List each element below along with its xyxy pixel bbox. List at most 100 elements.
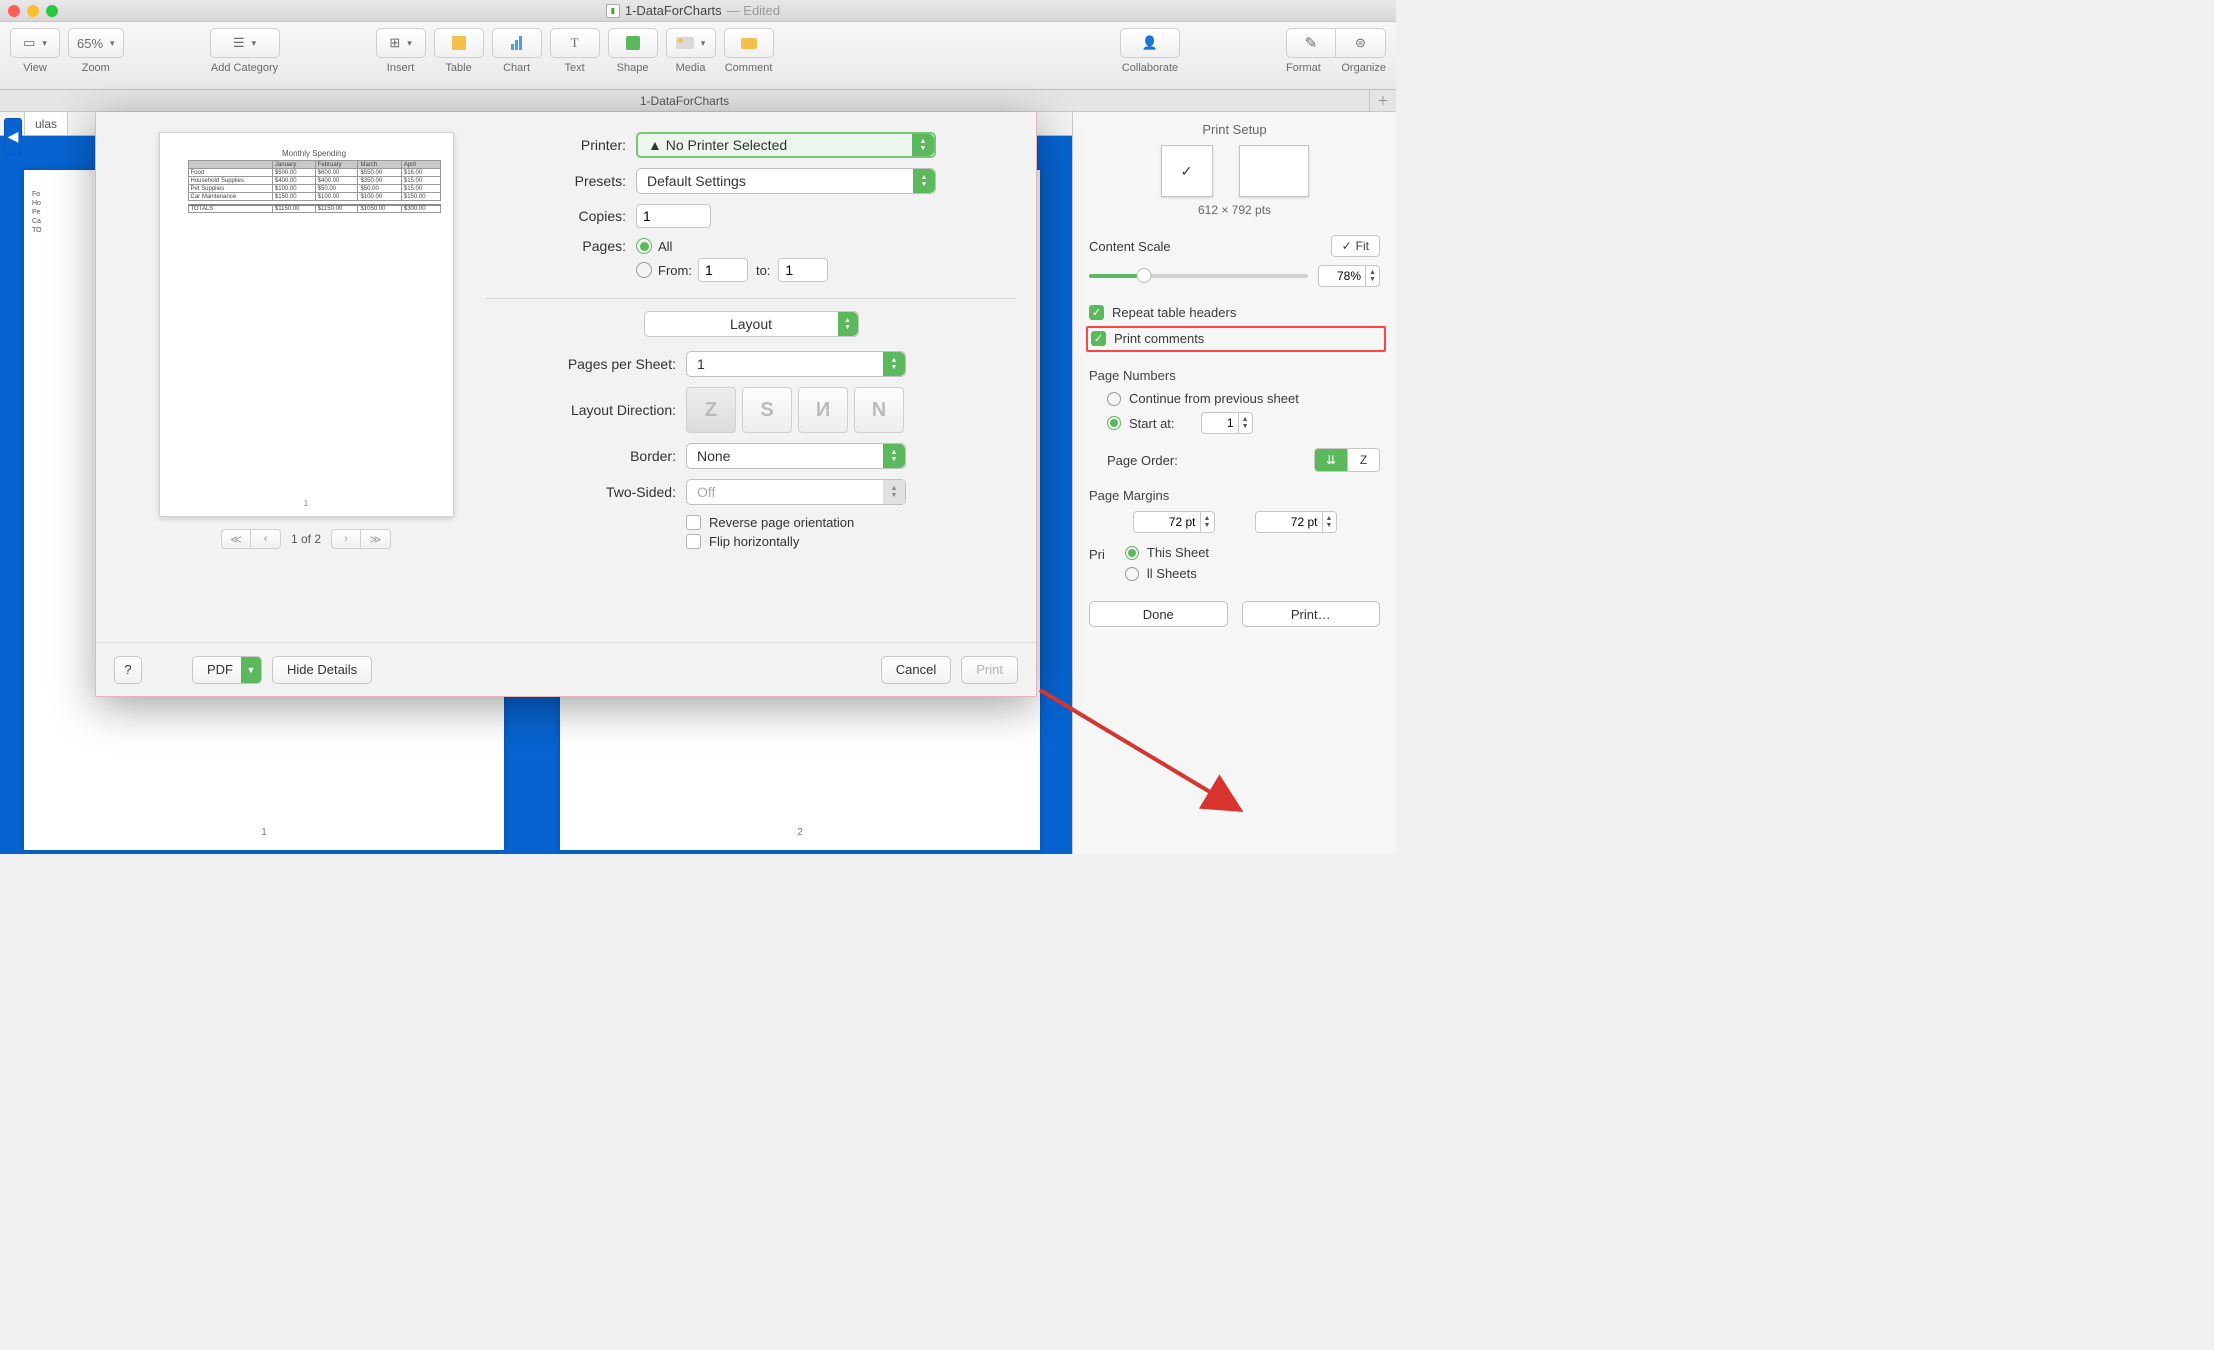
media-button[interactable]: ▾: [666, 28, 716, 58]
presets-select[interactable]: Default Settings▲▼: [636, 168, 936, 194]
view-button[interactable]: ▭▾: [10, 28, 60, 58]
page-number: 1: [24, 827, 504, 838]
document-title: 1-DataForCharts: [625, 3, 722, 18]
text-button[interactable]: T: [550, 28, 600, 58]
two-sided-label: Two-Sided:: [486, 484, 686, 500]
cancel-button[interactable]: Cancel: [881, 656, 951, 684]
zoom-label: Zoom: [82, 62, 110, 74]
inspector-title: Print Setup: [1089, 112, 1380, 145]
pages-to-input[interactable]: [778, 258, 828, 282]
print-setup-inspector: Print Setup 612 × 792 pts Content Scale …: [1072, 112, 1396, 854]
document-edited-status: — Edited: [727, 3, 780, 18]
organize-button[interactable]: ⊜: [1336, 28, 1386, 58]
comment-button[interactable]: [724, 28, 774, 58]
orientation-landscape[interactable]: [1239, 145, 1309, 197]
media-label: Media: [676, 62, 706, 74]
table-label: Table: [445, 62, 471, 74]
layout-dir-4[interactable]: N: [854, 387, 904, 433]
zoom-button[interactable]: 65%▾: [68, 28, 124, 58]
collaborate-button[interactable]: 👤: [1120, 28, 1180, 58]
content-scale-label: Content Scale: [1089, 239, 1171, 254]
table-button[interactable]: [434, 28, 484, 58]
continue-numbering-radio[interactable]: Continue from previous sheet: [1089, 391, 1380, 406]
inspector-print-button[interactable]: Print…: [1242, 601, 1381, 627]
content-scale-input[interactable]: [1318, 265, 1366, 287]
pdf-button[interactable]: PDF▼: [192, 656, 262, 684]
main-toolbar: ▭▾ View 65%▾ Zoom ☰▾ Add Category ⊞▾ Ins…: [0, 22, 1396, 90]
shape-button[interactable]: [608, 28, 658, 58]
prev-page-nav[interactable]: ◀: [4, 118, 22, 154]
done-button[interactable]: Done: [1089, 601, 1228, 627]
printer-select[interactable]: ▲ No Printer Selected▲▼: [636, 132, 936, 158]
preview-prev-button[interactable]: ‹: [251, 529, 281, 549]
print-dialog: Monthly Spending JanuaryFebruaryMarchApr…: [95, 112, 1037, 697]
text-label: Text: [564, 62, 584, 74]
page-order-across[interactable]: Z: [1347, 449, 1379, 471]
fit-button[interactable]: ✓Fit: [1331, 235, 1380, 257]
chart-label: Chart: [503, 62, 530, 74]
reverse-orientation-checkbox[interactable]: [686, 515, 701, 530]
margin-stepper-a[interactable]: ▲▼: [1133, 511, 1215, 533]
window-tabs: 1-DataForCharts ＋: [0, 90, 1396, 112]
layout-section-select[interactable]: Layout▲▼: [644, 311, 859, 337]
preview-last-button[interactable]: ≫: [361, 529, 391, 549]
layout-direction-label: Layout Direction:: [486, 402, 686, 418]
page-dimensions: 612 × 792 pts: [1089, 203, 1380, 217]
pages-per-sheet-select[interactable]: 1▲▼: [686, 351, 906, 377]
close-window-button[interactable]: [8, 5, 20, 17]
flip-horizontally-checkbox[interactable]: [686, 534, 701, 549]
window-titlebar: ▮ 1-DataForCharts — Edited: [0, 0, 1396, 22]
sheet-tab[interactable]: ulas: [24, 112, 68, 135]
add-tab-button[interactable]: ＋: [1370, 90, 1396, 111]
view-label: View: [23, 62, 47, 74]
zoom-window-button[interactable]: [46, 5, 58, 17]
page-order-segmented[interactable]: ⇊ Z: [1314, 448, 1380, 472]
add-category-label: Add Category: [211, 62, 278, 74]
preview-page-readout: 1 of 2: [291, 532, 321, 546]
print-preview-thumbnail: Monthly Spending JanuaryFebruaryMarchApr…: [159, 132, 454, 517]
window-tab[interactable]: 1-DataForCharts: [0, 90, 1370, 111]
repeat-headers-checkbox[interactable]: ✓Repeat table headers: [1089, 305, 1380, 320]
pages-all-radio[interactable]: [636, 238, 652, 254]
preview-first-button[interactable]: ≪: [221, 529, 251, 549]
all-sheets-radio[interactable]: ll Sheets: [1125, 566, 1209, 581]
insert-label: Insert: [387, 62, 415, 74]
minimize-window-button[interactable]: [27, 5, 39, 17]
document-proxy-icon: ▮: [606, 4, 620, 18]
print-comments-checkbox[interactable]: ✓Print comments: [1091, 331, 1378, 346]
presets-label: Presets:: [486, 173, 636, 189]
content-scale-stepper[interactable]: ▲▼: [1318, 265, 1380, 287]
hide-details-button[interactable]: Hide Details: [272, 656, 372, 684]
print-comments-label: Print comments: [1114, 331, 1204, 346]
pps-label: Pages per Sheet:: [486, 356, 686, 372]
start-at-radio[interactable]: Start at: ▲▼: [1089, 412, 1380, 434]
this-sheet-radio[interactable]: This Sheet: [1125, 545, 1209, 560]
format-button[interactable]: ✎: [1286, 28, 1336, 58]
printer-label: Printer:: [486, 137, 636, 153]
insert-button[interactable]: ⊞▾: [376, 28, 426, 58]
pages-range-radio[interactable]: [636, 262, 652, 278]
print-button[interactable]: Print: [961, 656, 1018, 684]
format-label: Format: [1286, 62, 1321, 74]
two-sided-select[interactable]: Off▲▼: [686, 479, 906, 505]
preview-next-button[interactable]: ›: [331, 529, 361, 549]
start-at-stepper[interactable]: ▲▼: [1201, 412, 1253, 434]
layout-dir-2[interactable]: S: [742, 387, 792, 433]
layout-dir-3[interactable]: И: [798, 387, 848, 433]
print-scope-label: Pri: [1089, 545, 1105, 562]
border-select[interactable]: None▲▼: [686, 443, 906, 469]
page-numbers-section: Page Numbers: [1089, 368, 1380, 383]
layout-dir-1[interactable]: Z: [686, 387, 736, 433]
content-scale-slider[interactable]: [1089, 274, 1308, 278]
collaborate-label: Collaborate: [1122, 62, 1178, 74]
help-button[interactable]: ?: [114, 656, 142, 684]
add-category-button[interactable]: ☰▾: [210, 28, 280, 58]
copies-input[interactable]: [636, 204, 711, 228]
pages-from-input[interactable]: [698, 258, 748, 282]
shape-label: Shape: [617, 62, 649, 74]
page-order-down[interactable]: ⇊: [1315, 449, 1347, 471]
margin-stepper-b[interactable]: ▲▼: [1255, 511, 1337, 533]
layout-direction-group: Z S И N: [686, 387, 904, 433]
orientation-portrait[interactable]: [1161, 145, 1213, 197]
chart-button[interactable]: [492, 28, 542, 58]
